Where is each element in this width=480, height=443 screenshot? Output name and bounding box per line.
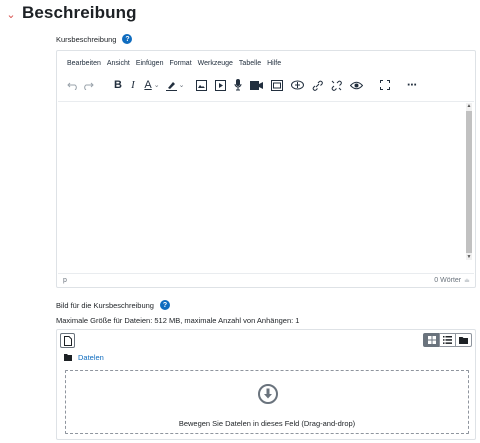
text-color-label: A [144,79,152,91]
menu-format[interactable]: Format [169,60,191,67]
menu-view[interactable]: Ansicht [107,60,130,67]
view-tree-button[interactable] [455,333,472,347]
download-arrow-icon [258,384,278,404]
view-switcher [423,333,472,347]
view-icons-button[interactable] [423,333,440,347]
help-icon[interactable]: ? [159,300,170,310]
redo-icon[interactable] [82,76,94,94]
folder-icon [64,354,72,361]
preview-icon[interactable] [350,76,363,94]
section-title: Beschreibung [22,3,137,22]
folder-path: Datelen [64,353,104,362]
menu-tools[interactable]: Werkzeuge [198,60,233,67]
link-icon[interactable] [312,76,323,94]
highlight-color-icon[interactable]: ⌄ [165,76,185,94]
help-icon[interactable]: ? [122,34,133,44]
editor-scrollbar[interactable]: ▲ ▼ [466,103,472,260]
menu-help[interactable]: Hilfe [267,60,281,67]
drop-zone[interactable]: Bewegen Sie Datelen in dieses Feld (Drag… [65,370,469,434]
resize-handle-icon[interactable]: ≐ [464,277,470,285]
rich-text-editor[interactable]: Bearbeiten Ansicht Einfügen Format Werkz… [56,50,476,288]
fullscreen-icon[interactable] [380,76,390,94]
chevron-down-icon: ⌄ [178,82,185,89]
undo-icon[interactable] [67,76,79,94]
italic-icon[interactable]: I [127,76,139,94]
scroll-down-icon[interactable]: ▼ [466,254,472,260]
image-field-label: Bild für die Kursbeschreibung [56,300,154,310]
menu-edit[interactable]: Bearbeiten [67,60,101,67]
word-count[interactable]: 0 Wörter [434,277,461,284]
more-icon[interactable]: ⋯ [407,76,418,94]
scroll-up-icon[interactable]: ▲ [466,103,472,109]
toolbar-divider [58,101,474,102]
file-manager: Datelen Bewegen Sie Datelen in dieses Fe… [56,329,476,440]
editor-toolbar: B I A ⌄ ⌄ ⋯ [67,76,421,94]
unlink-icon[interactable] [331,76,342,94]
folder-icon [459,337,468,344]
grid-icon [427,336,436,344]
menu-table[interactable]: Tabelle [239,60,261,67]
element-path[interactable]: p [63,277,67,284]
list-icon [443,336,452,344]
file-limits-info: Maximale Größe für Dateien: 512 MB, maxi… [56,316,300,325]
course-description-label: Kursbeschreibung [56,34,117,44]
editor-menubar: Bearbeiten Ansicht Einfügen Format Werkz… [67,60,281,67]
h5p-icon[interactable] [271,76,283,94]
editor-statusbar: p 0 Wörter ≐ [58,273,474,287]
chevron-down-icon: ⌄ [153,82,160,89]
file-icon [63,335,72,346]
drop-zone-text: Bewegen Sie Datelen in dieses Feld (Drag… [178,419,356,428]
menu-insert[interactable]: Einfügen [136,60,164,67]
media-icon[interactable] [215,76,226,94]
section-header[interactable]: ⌄ Beschreibung [6,0,137,26]
chevron-down-icon[interactable]: ⌄ [6,8,16,21]
accessibility-icon[interactable] [291,76,304,94]
record-audio-icon[interactable] [234,76,242,94]
image-field-label-row: Bild für die Kursbeschreibung ? [56,300,170,310]
bold-icon[interactable]: B [112,76,124,94]
add-file-button[interactable] [60,333,75,348]
text-color-icon[interactable]: A ⌄ [142,76,162,94]
course-description-label-row: Kursbeschreibung ? [56,34,133,44]
record-video-icon[interactable] [250,76,263,94]
view-list-button[interactable] [439,333,456,347]
image-icon[interactable] [196,76,207,94]
scrollbar-thumb[interactable] [466,111,472,253]
folder-link[interactable]: Datelen [78,353,104,362]
